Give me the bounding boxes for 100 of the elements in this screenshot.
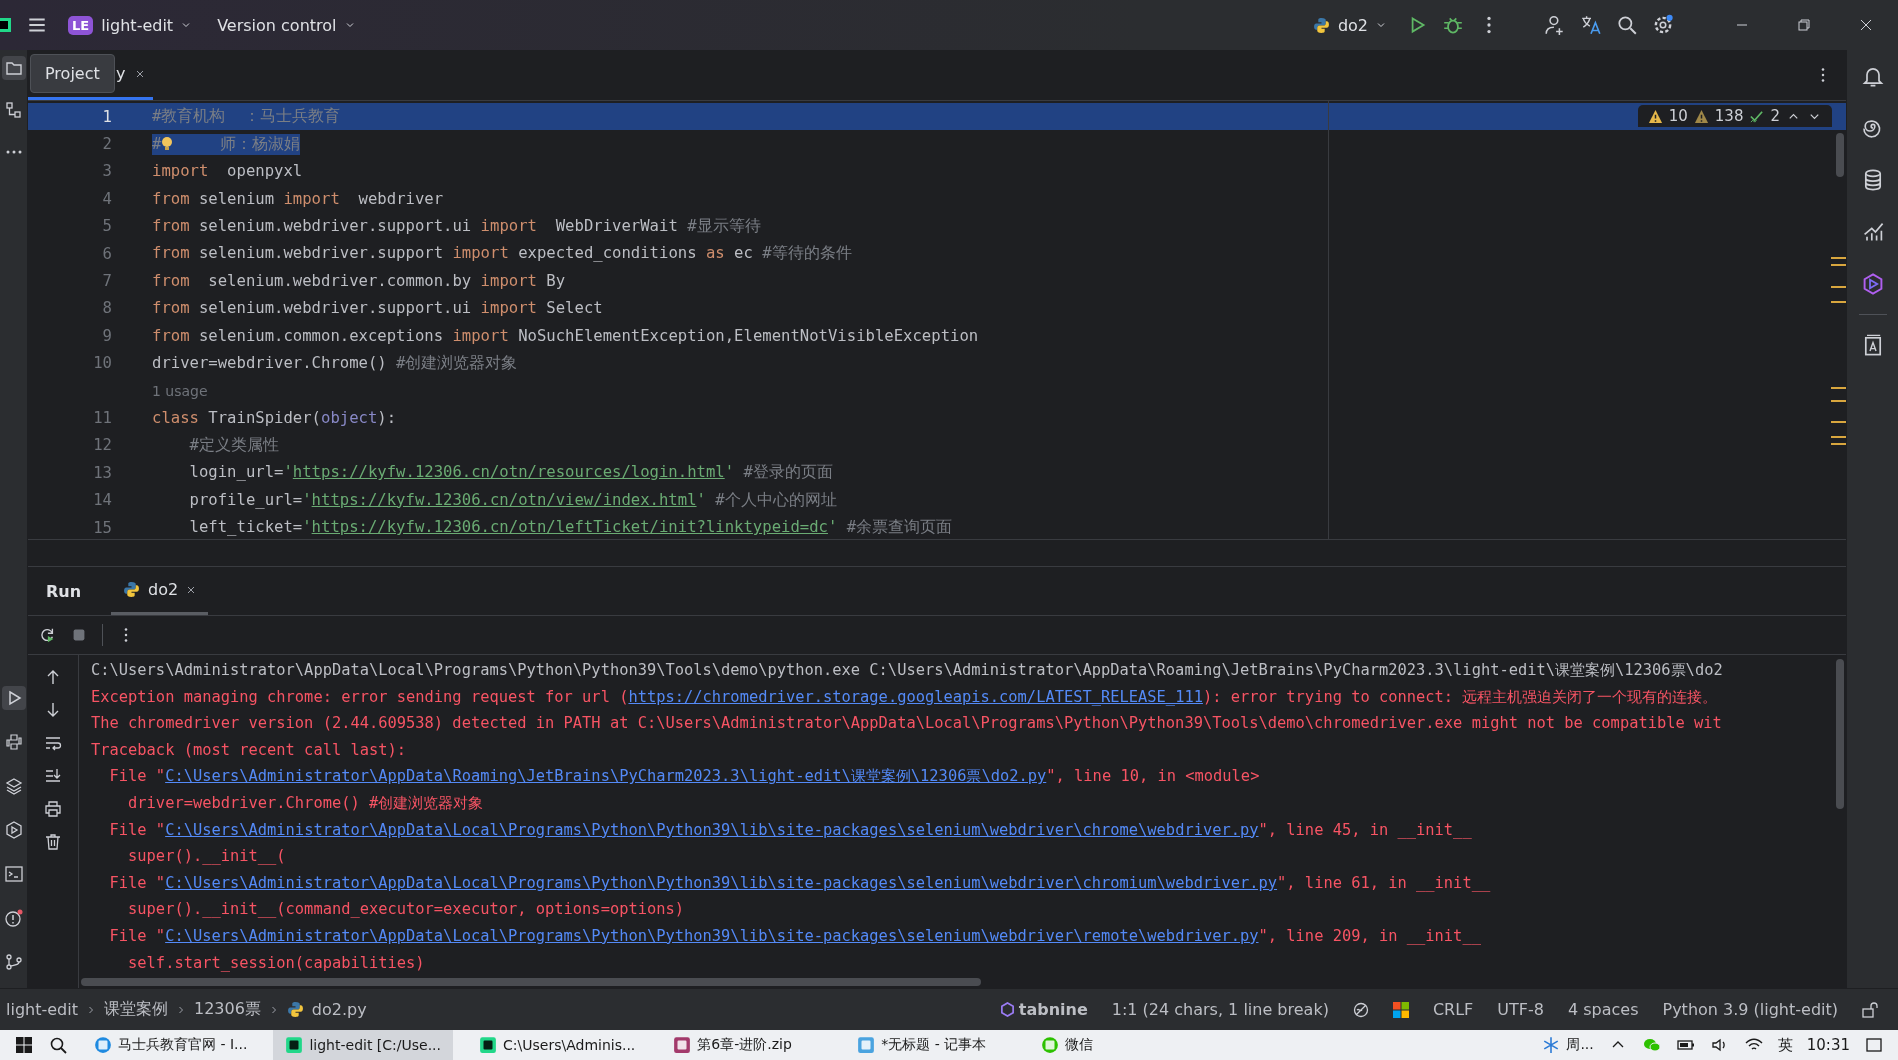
- scrollbar-thumb[interactable]: [1836, 659, 1844, 809]
- line-number: 3: [101, 162, 113, 181]
- weather-widget[interactable]: 周...: [1542, 1036, 1594, 1054]
- line-number: 9: [101, 326, 113, 345]
- trash-icon[interactable]: [43, 832, 63, 852]
- warning-count: 10: [1668, 107, 1688, 125]
- windows-start-icon[interactable]: [14, 1035, 34, 1055]
- python-icon: [286, 1001, 304, 1018]
- code-line: from selenium.webdriver.support import expected_conditions as ec #等待的条件: [152, 243, 852, 265]
- console-line: Traceback (most recent call last):: [91, 739, 408, 761]
- project-name: light-edit: [101, 15, 174, 35]
- console-line: super().__init__(: [127, 846, 287, 868]
- console-line: The chromedriver version (2.44.609538) detected in PATH at C:\Users\Administrator\AppData\Local\Programs\Python\Python39\Tools\demo\chromedriver.exe might not be compatible wit: [91, 713, 1723, 735]
- unlock-icon[interactable]: [1860, 999, 1880, 1020]
- settings-icon[interactable]: [1652, 14, 1674, 36]
- code-line: from selenium.common.exceptions import NoSuchElementException,ElementNotVisibleException: [152, 326, 979, 345]
- chevron-icon: [1376, 20, 1386, 30]
- console-line: File "C:\Users\Administrator\AppData\Local\Programs\Python\Python39\lib\site-packages\selenium\webdriver\chromium\webdriver.py", line 61, in __init__: [108, 872, 1492, 894]
- project-switcher[interactable]: LE light-edit: [62, 11, 198, 39]
- panel-title: Run: [46, 581, 82, 601]
- scrollbar-thumb[interactable]: [1836, 133, 1844, 177]
- folder-icon[interactable]: [1, 56, 26, 80]
- line-number: 15: [92, 518, 113, 537]
- chevron-icon: [181, 20, 192, 30]
- run-config-selector[interactable]: do2: [1306, 11, 1392, 39]
- add-user-icon[interactable]: [1544, 14, 1566, 36]
- app-icon: [1041, 1036, 1060, 1054]
- app-logo-icon[interactable]: [0, 17, 12, 33]
- input-method-indicator[interactable]: 英: [1777, 1035, 1793, 1055]
- code-line: profile_url='https://kyfw.12306.cn/otn/view/index.html' #个人中心的网址: [188, 489, 837, 511]
- file-link[interactable]: https://chromedriver.storage.googleapis.com/LATEST_RELEASE_111: [628, 687, 1203, 706]
- scrollbar-thumb[interactable]: [81, 978, 981, 986]
- taskbar-app[interactable]: 马士兵教育官网 - I...: [82, 1030, 260, 1060]
- python-icon: [1312, 16, 1330, 34]
- windows-logo-icon[interactable]: [1390, 999, 1411, 1020]
- app-icon: [94, 1036, 112, 1054]
- file-link[interactable]: C:\Users\Administrator\AppData\Local\Programs\Python\Python39\lib\site-packages\selenium\webdriver\chrome\webdriver.py: [165, 820, 1259, 839]
- check-icon: [1749, 108, 1765, 124]
- breadcrumb-item[interactable]: 12306票: [193, 999, 261, 1020]
- console-line: File "C:\Users\Administrator\AppData\Local\Programs\Python\Python39\lib\site-packages\selenium\webdriver\remote\webdriver.py", line 209, in __init__: [108, 925, 1482, 947]
- taskbar-app[interactable]: *无标题 - 记事本: [845, 1030, 1016, 1060]
- notification-icon[interactable]: [1864, 1035, 1884, 1055]
- line-separator[interactable]: CRLF: [1424, 1000, 1482, 1019]
- warning-icon: [1693, 108, 1709, 124]
- file-encoding[interactable]: UTF-8: [1489, 1000, 1552, 1019]
- inspection-widget[interactable]: 10 138 2: [1637, 105, 1832, 127]
- code-line: left_ticket='https://kyfw.12306.cn/otn/leftTicket/init?linktypeid=dc' #余票查询页面: [188, 517, 953, 539]
- code-line: class TrainSpider(object):: [152, 409, 397, 427]
- breadcrumb-item[interactable]: light-edit: [6, 1000, 78, 1019]
- vcs-menu[interactable]: Version control: [211, 11, 361, 39]
- typo-count: 2: [1770, 107, 1780, 125]
- console-line: C:\Users\Administrator\AppData\Local\Programs\Python\Python39\Tools\demo\python.exe C:\Users\Administrator\AppData\Roaming\JetBrains\PyCharm2023.3\light-edit\课堂案例\12306票\do2: [91, 660, 1724, 681]
- file-link[interactable]: C:\Users\Administrator\AppData\Roaming\JetBrains\PyCharm2023.3\light-edit\课堂案例\12306票\do2.py: [165, 767, 1047, 786]
- breadcrumb-item[interactable]: do2.py: [311, 1000, 367, 1019]
- console-line: File "C:\Users\Administrator\AppData\Roaming\JetBrains\PyCharm2023.3\light-edit\课堂案例\12306票\do2.py", line 10, in <module>: [108, 766, 1261, 788]
- line-number: 10: [92, 354, 113, 373]
- rerun-icon[interactable]: [38, 626, 56, 644]
- run-icon[interactable]: [1, 686, 26, 710]
- translate-icon[interactable]: [1580, 14, 1602, 36]
- app-icon: [479, 1036, 498, 1054]
- print-icon[interactable]: [43, 799, 63, 819]
- line-number: 14: [92, 491, 113, 510]
- close-icon[interactable]: [186, 584, 197, 595]
- breadcrumb-item[interactable]: 课堂案例: [103, 999, 168, 1020]
- console-line: self.start_session(capabilities): [127, 952, 426, 974]
- line-number: 2: [101, 135, 113, 154]
- code-line: driver=webdriver.Chrome() #创建浏览器对象: [152, 352, 518, 374]
- usage-hint[interactable]: 1 usage: [152, 382, 208, 399]
- file-link[interactable]: C:\Users\Administrator\AppData\Local\Programs\Python\Python39\lib\site-packages\selenium\webdriver\remote\webdriver.py: [165, 926, 1259, 945]
- line-number: 7: [101, 272, 113, 291]
- app-icon: [857, 1036, 876, 1054]
- console-line: File "C:\Users\Administrator\AppData\Local\Programs\Python\Python39\lib\site-packages\selenium\webdriver\chrome\webdriver.py", line 45, in __init__: [108, 819, 1473, 841]
- tabnine-widget[interactable]: tabnine: [991, 1000, 1096, 1019]
- interpreter-selector[interactable]: Python 3.9 (light-edit): [1654, 1000, 1846, 1019]
- taskbar-app[interactable]: 微信: [1029, 1030, 1200, 1060]
- console-line: Exception managing chrome: error sending request for url (https://chromedriver.storage.googleapis.com/LATEST_RELEASE_111): error trying to connect: 远程主机强迫关闭了一个现有的连接。: [91, 686, 1719, 708]
- run-tab[interactable]: do2: [111, 567, 209, 615]
- indent-setting[interactable]: 4 spaces: [1559, 1000, 1647, 1019]
- line-number: 12: [92, 436, 113, 455]
- clock[interactable]: 10:31: [1806, 1036, 1850, 1054]
- search-icon[interactable]: [48, 1035, 68, 1055]
- caret-position[interactable]: 1:1 (24 chars, 1 line break): [1103, 1000, 1337, 1019]
- console-line: driver=webdriver.Chrome() #创建浏览器对象: [127, 792, 485, 814]
- warning-icon: [1647, 108, 1663, 124]
- taskbar-app[interactable]: light-edit [C:/Use...: [273, 1030, 454, 1060]
- code-line: login_url='https://kyfw.12306.cn/otn/resources/login.html' #登录的页面: [188, 462, 833, 484]
- search-icon[interactable]: [1616, 14, 1638, 36]
- close-icon[interactable]: [135, 68, 146, 79]
- file-link[interactable]: C:\Users\Administrator\AppData\Local\Programs\Python\Python39\lib\site-packages\selenium\webdriver\chromium\webdriver.py: [165, 873, 1278, 892]
- app-icon: [673, 1036, 692, 1054]
- taskbar-app[interactable]: C:\Users\Adminis...: [467, 1030, 648, 1060]
- weak-warning-count: 138: [1714, 107, 1744, 125]
- console-line: super().__init__(command_executor=executor, options=options): [127, 899, 686, 921]
- line-number: 8: [101, 299, 113, 318]
- taskbar-app[interactable]: 第6章-进阶.zip: [661, 1030, 832, 1060]
- line-number: 4: [101, 189, 113, 208]
- code-line: from selenium.webdriver.support.ui import Select: [152, 299, 603, 318]
- line-number: 11: [92, 409, 113, 427]
- lightbulb-icon[interactable]: [161, 136, 174, 153]
- line-number: 13: [92, 463, 113, 482]
